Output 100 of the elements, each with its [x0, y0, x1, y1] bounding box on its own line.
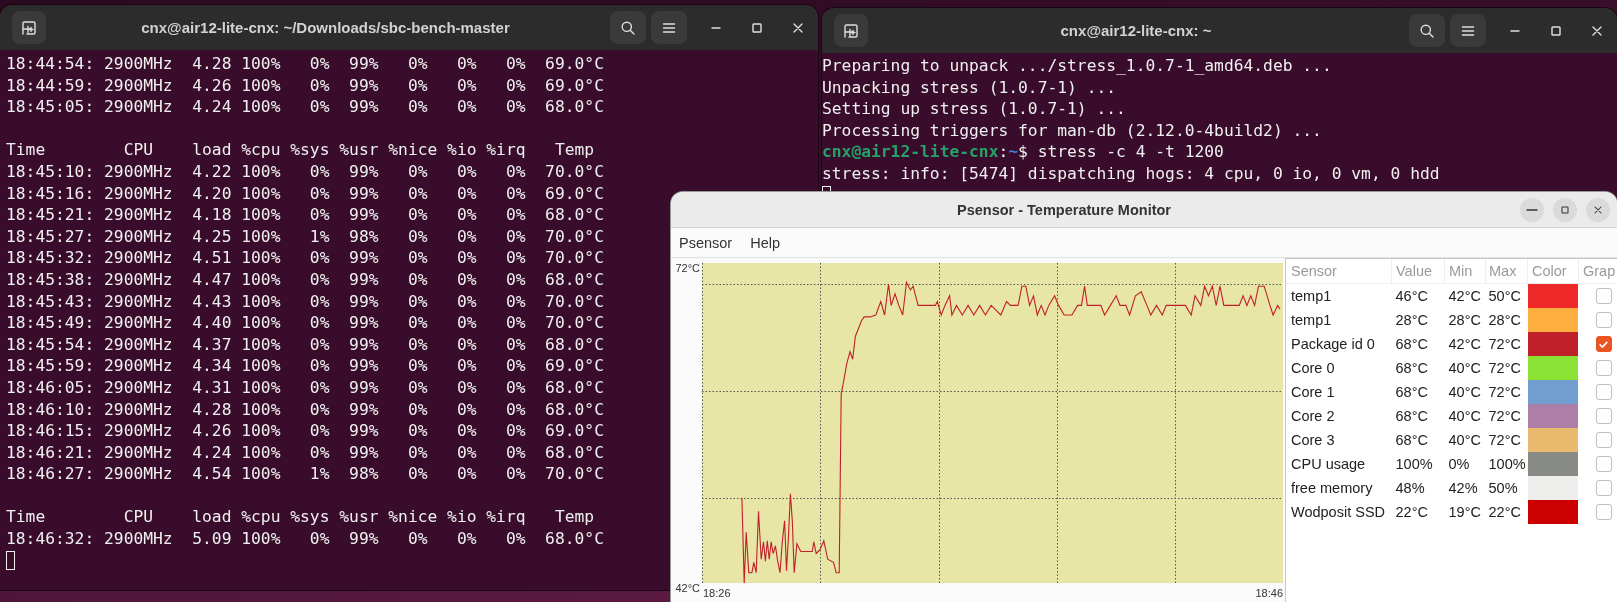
table-cell: 72°C — [1485, 380, 1528, 404]
table-cell: 28°C — [1485, 308, 1528, 332]
axis-label: 18:46 — [1255, 587, 1283, 599]
checkbox[interactable] — [1595, 288, 1612, 304]
terminal-line: 18:46:10: 2900MHz 4.28 100% 0% 99% 0% 0% 0% 68.0°C — [6, 398, 604, 421]
table-cell-text: 68°C — [1394, 383, 1429, 402]
checkbox[interactable] — [1595, 504, 1612, 520]
table-cell: 22°C — [1485, 500, 1528, 524]
terminal-line: 18:45:27: 2900MHz 4.25 100% 1% 98% 0% 0% 0% 70.0°C — [6, 225, 604, 248]
table-cell-text: 100% — [1394, 455, 1434, 474]
table-cell: 72°C — [1485, 428, 1528, 452]
terminal-line: 18:45:10: 2900MHz 4.22 100% 0% 99% 0% 0% 0% 70.0°C — [6, 160, 604, 183]
text-cursor — [6, 550, 15, 570]
checkbox[interactable] — [1595, 480, 1612, 496]
table-cell: 72°C — [1485, 356, 1528, 380]
checkbox[interactable] — [1595, 456, 1612, 472]
checkbox[interactable] — [1595, 384, 1612, 400]
table-cell-text: 42°C — [1447, 335, 1482, 354]
search-button[interactable] — [610, 11, 646, 44]
terminal-line: 18:45:59: 2900MHz 4.34 100% 0% 99% 0% 0% 0% 69.0°C — [6, 355, 604, 377]
table-cell-text: 68°C — [1394, 407, 1429, 426]
menu-item[interactable]: Psensor — [671, 232, 741, 253]
minimize-button[interactable] — [1520, 197, 1544, 222]
table-cell-text: 42% — [1447, 479, 1479, 498]
terminal-line: 18:46:15: 2900MHz 4.26 100% 0% 99% 0% 0% 0% 69.0°C — [6, 420, 604, 442]
search-button[interactable] — [1409, 14, 1445, 47]
table-cell: 100% — [1485, 452, 1528, 476]
checkbox[interactable] — [1595, 360, 1612, 376]
table-cell-text: Core 2 — [1290, 407, 1336, 426]
column-header[interactable]: Min — [1444, 259, 1486, 284]
terminal-line: 18:45:49: 2900MHz 4.40 100% 0% 99% 0% 0% 0% 70.0°C — [6, 312, 604, 334]
table-cell-text: Wodposit SSD — [1290, 503, 1387, 522]
table-cell-text: 68°C — [1394, 359, 1429, 378]
prompt-separator: : — [998, 142, 1009, 162]
terminal-line: 18:46:21: 2900MHz 4.24 100% 0% 99% 0% 0% 0% 68.0°C — [6, 441, 604, 464]
terminal-line: Time CPU load %cpu %sys %usr %nice %io %irq Temp — [6, 139, 595, 161]
minimize-icon — [711, 26, 721, 29]
menu-button[interactable] — [1450, 14, 1486, 47]
table-cell-text: 40°C — [1447, 407, 1482, 426]
terminal-line: Preparing to unpack .../stress_1.0.7-1_amd64.deb ... — [822, 55, 1332, 77]
terminal-line: Unpacking stress (1.0.7-1) ... — [822, 76, 1117, 99]
checkbox[interactable] — [1595, 432, 1612, 448]
table-cell: 46°C — [1391, 283, 1445, 308]
table-cell-text: 40°C — [1447, 359, 1482, 378]
table-cell-text: 22°C — [1394, 503, 1429, 522]
new-tab-button[interactable] — [834, 14, 868, 47]
terminal-line: Setting up stress (1.0.7-1) ... — [822, 98, 1126, 120]
table-cell-text: CPU usage — [1290, 455, 1367, 474]
search-icon — [1419, 22, 1435, 39]
terminal-line: 18:44:54: 2900MHz 4.28 100% 0% 99% 0% 0% 0% 69.0°C — [6, 53, 604, 75]
checkbox[interactable] — [1595, 336, 1612, 352]
axis-label: 72°C — [675, 262, 700, 274]
checkbox[interactable] — [1595, 312, 1612, 328]
table-cell: 50°C — [1485, 283, 1528, 308]
table-cell-text: 40°C — [1447, 431, 1482, 450]
terminal-line: 18:46:32: 2900MHz 5.09 100% 0% 99% 0% 0% 0% 68.0°C — [6, 528, 604, 550]
column-header[interactable]: Color — [1527, 259, 1579, 284]
terminal-line: 18:45:16: 2900MHz 4.20 100% 0% 99% 0% 0% 0% 69.0°C — [6, 182, 604, 205]
table-cell-text: temp1 — [1290, 311, 1333, 330]
maximize-button[interactable] — [1553, 197, 1577, 222]
column-header[interactable]: Sensor — [1286, 259, 1392, 284]
window-title: cnx@air12-lite-cnx: ~/Downloads/sbc-bench-master — [140, 19, 511, 36]
maximize-icon — [1559, 203, 1571, 216]
table-cell-text: Core 3 — [1290, 431, 1336, 450]
column-header[interactable]: Grap — [1578, 259, 1617, 284]
check-icon — [1599, 340, 1608, 348]
column-header[interactable]: Max — [1485, 259, 1528, 284]
window-title: Psensor - Temperature Monitor — [955, 201, 1172, 218]
menu-button[interactable] — [651, 11, 687, 44]
menu-item[interactable]: Help — [742, 232, 789, 253]
terminal-line: 18:46:27: 2900MHz 4.54 100% 1% 98% 0% 0% 0% 70.0°C — [6, 463, 604, 485]
table-cell: 42°C — [1444, 283, 1486, 308]
table-cell-text: Core 0 — [1290, 359, 1336, 378]
window-title: cnx@air12-lite-cnx: ~ — [1059, 22, 1213, 39]
axis-label: 18:26 — [703, 587, 731, 599]
table-cell-text: 68°C — [1394, 431, 1429, 450]
table-cell-text: 48% — [1394, 479, 1426, 498]
table-cell: 50% — [1485, 476, 1528, 500]
terminal-line: 18:46:05: 2900MHz 4.31 100% 0% 99% 0% 0% 0% 68.0°C — [6, 376, 604, 399]
terminal-line: 18:45:21: 2900MHz 4.18 100% 0% 99% 0% 0% 0% 68.0°C — [6, 204, 604, 226]
table-cell-text: 0% — [1447, 455, 1471, 474]
column-header[interactable]: Value — [1391, 259, 1445, 284]
table-cell-text: 40°C — [1447, 383, 1482, 402]
terminal-line: 18:45:38: 2900MHz 4.47 100% 0% 99% 0% 0% 0% 68.0°C — [6, 268, 604, 291]
checkbox[interactable] — [1595, 408, 1612, 424]
terminal-line: 18:44:59: 2900MHz 4.26 100% 0% 99% 0% 0% 0% 69.0°C — [6, 74, 604, 97]
terminal-line: 18:45:43: 2900MHz 4.43 100% 0% 99% 0% 0% 0% 70.0°C — [6, 290, 604, 313]
terminal-line: 18:45:54: 2900MHz 4.37 100% 0% 99% 0% 0% 0% 68.0°C — [6, 333, 604, 356]
prompt-user: cnx@air12-lite-cnx — [822, 142, 999, 162]
terminal-line: stress: info: [5474] dispatching hogs: 4 cpu, 0 io, 0 vm, 0 hdd — [822, 162, 1440, 185]
terminal-line: Processing triggers for man-db (2.12.0-4build2) ... — [822, 119, 1322, 142]
table-cell: 72°C — [1485, 332, 1528, 356]
terminal-line: 18:45:32: 2900MHz 4.51 100% 0% 99% 0% 0% 0% 70.0°C — [6, 247, 604, 269]
table-cell-text: 19°C — [1447, 503, 1482, 522]
table-cell-text: free memory — [1290, 479, 1374, 498]
table-cell: temp1 — [1286, 283, 1392, 308]
new-tab-button[interactable] — [12, 11, 46, 44]
plus-tab-icon — [843, 22, 859, 39]
minimize-icon — [1510, 29, 1520, 32]
prompt-path: ~ — [1008, 142, 1019, 162]
